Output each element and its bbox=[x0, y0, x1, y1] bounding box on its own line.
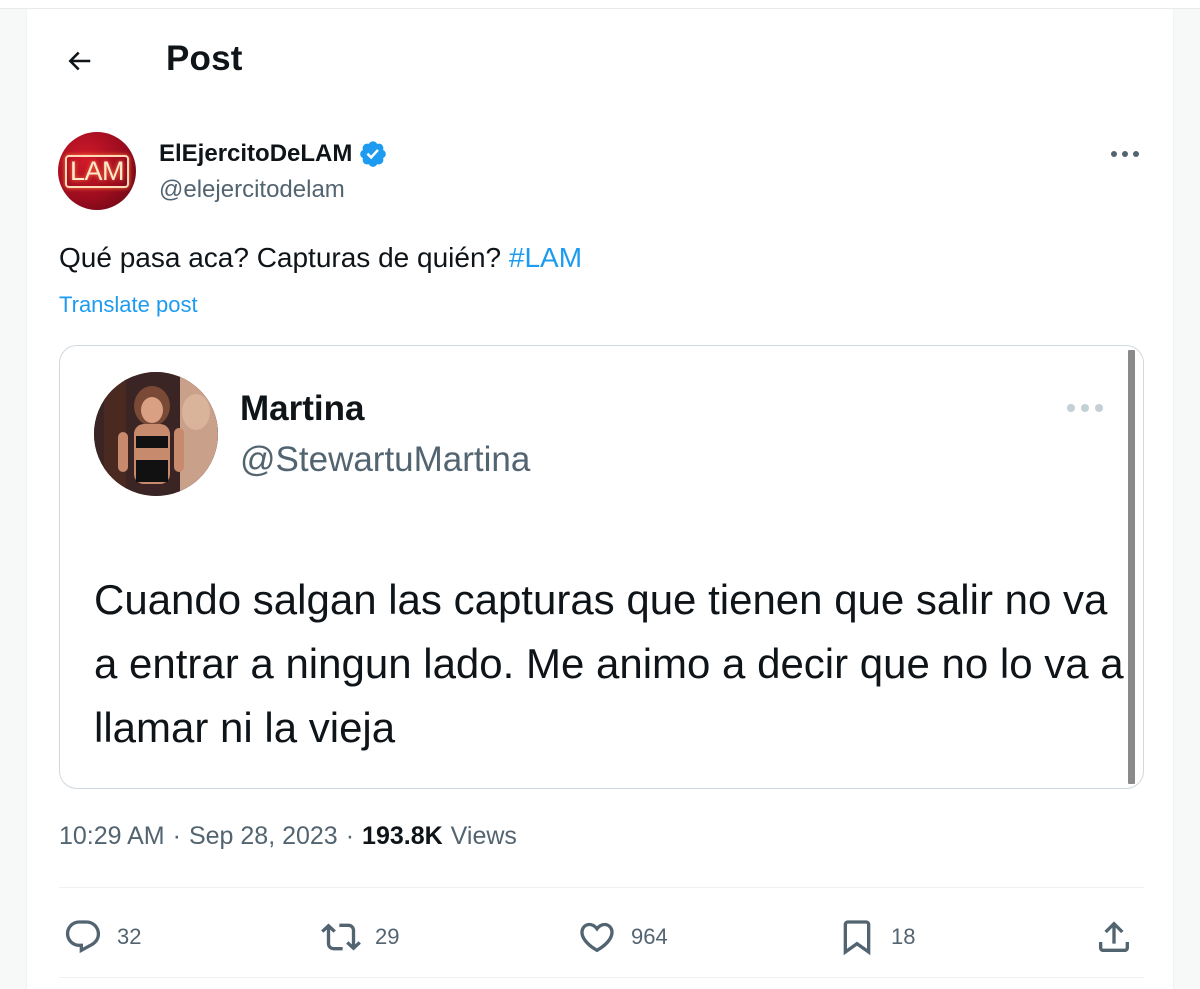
post-metadata: 10:29 AM · Sep 28, 2023 · 193.8K Views bbox=[59, 822, 517, 851]
arrow-left-icon bbox=[68, 51, 91, 71]
divider bbox=[59, 887, 1144, 888]
bookmark-button[interactable]: 18 bbox=[837, 913, 915, 961]
bookmark-count: 18 bbox=[891, 924, 916, 949]
share-button[interactable] bbox=[1094, 913, 1134, 961]
quoted-avatar[interactable] bbox=[94, 372, 218, 496]
page-title: Post bbox=[166, 39, 243, 78]
views-count[interactable]: 193.8K bbox=[362, 822, 443, 851]
post-body: Qué pasa aca? Capturas de quién? bbox=[59, 242, 509, 273]
meta-separator: · bbox=[172, 822, 181, 850]
views-label[interactable]: Views bbox=[451, 822, 517, 851]
post-panel: Post LAM ElEjercitoDeLAM @elejercitodela… bbox=[26, 9, 1174, 989]
quoted-author-handle[interactable]: @StewartuMartina bbox=[240, 440, 530, 480]
like-button[interactable]: 964 bbox=[577, 913, 668, 961]
reply-count: 32 bbox=[117, 924, 142, 949]
avatar-logo: LAM bbox=[64, 154, 130, 188]
verified-badge-icon[interactable] bbox=[358, 139, 388, 169]
reply-icon bbox=[65, 920, 101, 954]
post-text: Qué pasa aca? Capturas de quién? #LAM bbox=[59, 242, 582, 274]
action-bar: 32 29 964 18 bbox=[59, 907, 1144, 967]
reply-button[interactable]: 32 bbox=[63, 913, 141, 961]
divider-bottom bbox=[59, 977, 1144, 978]
author-handle[interactable]: @elejercitodelam bbox=[159, 176, 345, 204]
more-options-button[interactable] bbox=[1105, 139, 1145, 169]
quoted-post-text: Cuando salgan las capturas que tienen qu… bbox=[94, 576, 1124, 751]
author-name[interactable]: ElEjercitoDeLAM bbox=[159, 139, 388, 169]
like-count: 964 bbox=[631, 924, 668, 949]
avatar-photo bbox=[94, 372, 218, 496]
share-icon bbox=[1099, 921, 1129, 952]
bookmark-icon bbox=[843, 920, 871, 956]
back-button[interactable] bbox=[61, 43, 97, 79]
quoted-author-name[interactable]: Martina bbox=[240, 389, 364, 429]
top-bar bbox=[0, 0, 1200, 9]
translate-post-link[interactable]: Translate post bbox=[59, 292, 198, 318]
avatar[interactable]: LAM bbox=[58, 132, 136, 210]
author-display-name[interactable]: ElEjercitoDeLAM bbox=[159, 140, 352, 168]
repost-button[interactable]: 29 bbox=[321, 913, 399, 961]
quoted-post-card[interactable]: Martina @StewartuMartina Cuando salgan l… bbox=[59, 345, 1144, 789]
more-icon bbox=[1111, 151, 1139, 157]
post-date[interactable]: Sep 28, 2023 bbox=[189, 822, 338, 851]
scrollbar[interactable] bbox=[1128, 350, 1135, 784]
hashtag-link[interactable]: #LAM bbox=[509, 242, 582, 273]
post-time[interactable]: 10:29 AM bbox=[59, 822, 165, 851]
repost-icon bbox=[321, 923, 361, 951]
quoted-more-icon bbox=[1063, 396, 1107, 420]
page-header: Post bbox=[27, 9, 1173, 112]
repost-count: 29 bbox=[375, 924, 400, 949]
meta-separator-2: · bbox=[345, 822, 355, 850]
heart-icon bbox=[580, 922, 614, 953]
